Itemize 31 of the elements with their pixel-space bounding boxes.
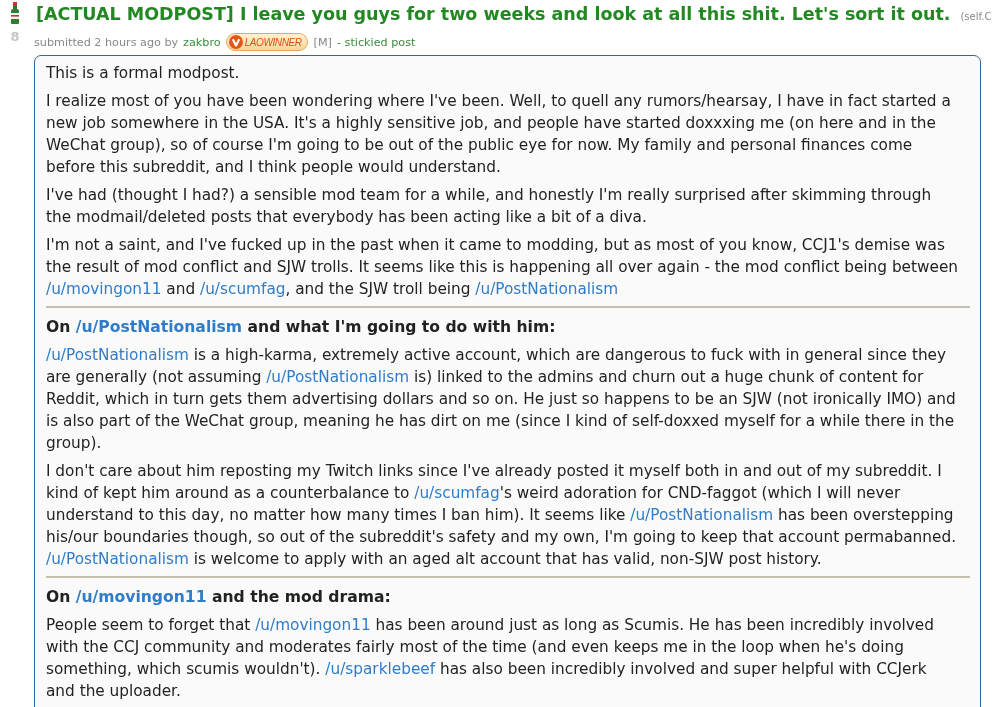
submission-time-text: submitted 2 hours ago by: [34, 35, 179, 49]
vote-score: 8: [10, 29, 20, 45]
flair-text: LAOWINNER: [244, 36, 302, 48]
user-link[interactable]: /u/movingon11: [255, 616, 371, 634]
post-paragraph: I realize most of you have been wondering where I've been. Well, to quell any rumors/hearsay, I have in fact started a new job somewhere in the USA. It's a highly sensitive job, and people have started doxxxing me (on here and in the WeChat group), so of course I'm going to be out of the public eye for now. My family and personal finances come before this subreddit, and I think people would understand.: [46, 91, 952, 178]
author-link[interactable]: zakbro: [183, 35, 221, 49]
post-paragraph: I'm not a saint, and I've fucked up in the past when it came to modding, but as most of you know, CCJ1's demise was the result of mod conflict and SJW trolls. It seems like this is happening all over again - the mod conflict being between /u/movingon11 and /u/scumfag, and the SJW troll being /u/PostNationalism: [46, 235, 960, 300]
moderator-tag: [M]: [313, 35, 332, 49]
user-link[interactable]: /u/movingon11: [75, 588, 207, 606]
stickied-label: - stickied post: [337, 35, 416, 49]
post-paragraph: I don't care about him reposting my Twitch links since I've already posted it myself both in and out of my subreddit. I kind of kept him around as a counterbalance to /u/scumfag's weird adoration for CND-faggot (which I will never understand to this day, no matter how many times I ban him). It seems like /u/PostNationalism has been overstepping his/our boundaries though, so out of the subreddit's safety and my own, I'm going to keep that account permabanned. /u/PostNationalism is welcome to apply with an aged alt account that has valid, non-SJW post history.: [46, 461, 957, 570]
user-link[interactable]: /u/movingon11: [46, 280, 162, 298]
user-link[interactable]: /u/PostNationalism: [46, 550, 189, 568]
user-link[interactable]: /u/PostNationalism: [46, 346, 189, 364]
user-link[interactable]: /u/PostNationalism: [475, 280, 619, 298]
chevron-circle-icon: [228, 35, 243, 49]
user-link[interactable]: /u/scumfag: [414, 484, 500, 502]
post-paragraph: I've had (thought I had?) a sensible mod team for a while, and honestly I'm really surprised after skimming through the modmail/deleted posts that everybody has been acting like a bit of a diva.: [46, 185, 933, 228]
post-title[interactable]: [ACTUAL MODPOST] I leave you guys for two weeks and look at all this shit. Let's sort it out.: [36, 2, 951, 26]
section-heading: On /u/movingon11 and the mod drama:: [46, 587, 392, 608]
user-link[interactable]: /u/PostNationalism: [266, 368, 410, 386]
post-domain-link[interactable]: (self.C: [960, 11, 992, 22]
user-link[interactable]: /u/sparklebeef: [325, 660, 436, 678]
user-link[interactable]: /u/PostNationalism: [630, 506, 774, 524]
post-paragraph: People seem to forget that /u/movingon11 has been around just as long as Scumis. He has been incredibly involved with the CCJ community and moderates fairly most of the time (and even keeps me in the loop when he's doing something, which scumis wouldn't). /u/sparklebeef has also been incredibly involved and super helpful with CCJerk and the uploader.: [46, 615, 935, 702]
bottle-icon[interactable]: [8, 2, 22, 24]
user-link[interactable]: /u/PostNationalism: [75, 318, 243, 336]
section-heading: On /u/PostNationalism and what I'm going to do with him:: [46, 317, 557, 338]
user-link[interactable]: /u/scumfag: [200, 280, 286, 298]
post-paragraph: /u/PostNationalism is a high-karma, extremely active account, which are dangerous to fuck with in general since they are generally (not assuming /u/PostNationalism is) linked to the admins and churn out a huge chunk of content for Reddit, which in turn gets them advertising dollars and so on. He just so happens to be an SJW (not ironically IMO) and is also part of the WeChat group, meaning he has dirt on me (since I kind of self-doxxed myself for a while there in the group).: [46, 345, 957, 454]
post-paragraph: This is a formal modpost.: [46, 63, 241, 84]
